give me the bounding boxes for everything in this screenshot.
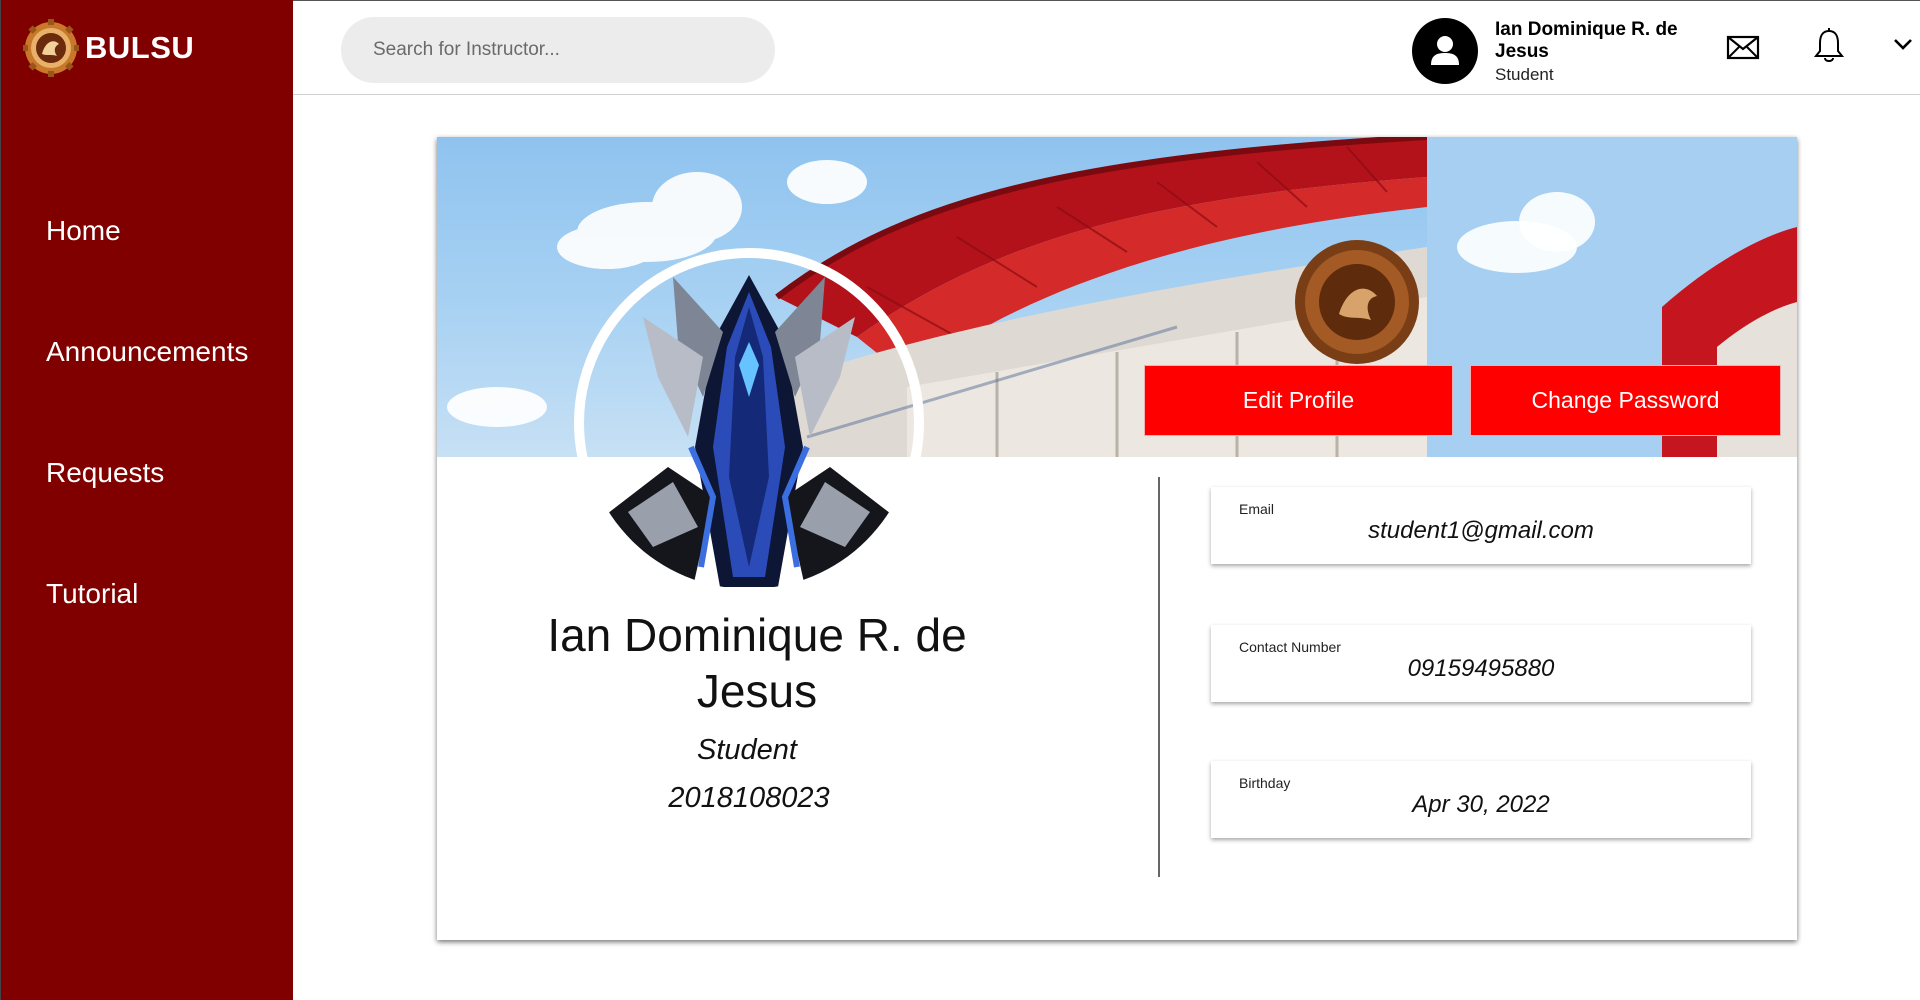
edit-profile-button[interactable]: Edit Profile — [1144, 365, 1453, 436]
birthday-value: Apr 30, 2022 — [1412, 791, 1550, 818]
user-role: Student — [1495, 65, 1554, 84]
sidebar: BULSU Home Announcements Requests Tutori… — [0, 0, 293, 1000]
user-name: Ian Dominique R. de Jesus — [1495, 19, 1678, 62]
profile-name: Ian Dominique R. de Jesus — [547, 609, 967, 717]
top-bar: Ian Dominique R. de Jesus Student — [293, 0, 1920, 95]
sidebar-item-requests[interactable]: Requests — [46, 447, 248, 568]
brand[interactable]: BULSU — [22, 18, 195, 78]
sidebar-item-tutorial[interactable]: Tutorial — [46, 568, 248, 689]
user-avatar-icon[interactable] — [1412, 18, 1478, 84]
profile-avatar[interactable] — [573, 247, 925, 599]
bell-icon[interactable] — [1813, 27, 1845, 70]
contact-number-field: Contact Number 09159495880 — [1211, 625, 1751, 702]
profile-card: Edit Profile Change Password Ian Dominiq… — [437, 137, 1797, 940]
university-seal-icon — [22, 18, 80, 78]
mail-icon[interactable] — [1726, 28, 1760, 71]
profile-role: Student — [697, 734, 797, 766]
contact-number-value: 09159495880 — [1407, 655, 1555, 682]
email-field: Email student1@gmail.com — [1211, 487, 1751, 564]
user-info[interactable]: Ian Dominique R. de Jesus Student — [1495, 19, 1695, 87]
divider — [1158, 477, 1160, 877]
chevron-down-icon[interactable] — [1893, 37, 1913, 56]
sidebar-item-home[interactable]: Home — [46, 205, 248, 326]
change-password-button[interactable]: Change Password — [1470, 365, 1781, 436]
brand-name: BULSU — [85, 30, 195, 65]
birthday-field: Birthday Apr 30, 2022 — [1211, 761, 1751, 838]
email-value: student1@gmail.com — [1368, 517, 1594, 544]
birthday-label: Birthday — [1239, 775, 1291, 791]
search-input[interactable] — [341, 17, 775, 83]
sidebar-nav: Home Announcements Requests Tutorial — [46, 205, 248, 689]
student-id: 2018108023 — [668, 782, 830, 814]
email-label: Email — [1239, 501, 1275, 517]
contact-number-label: Contact Number — [1239, 639, 1341, 655]
sidebar-item-announcements[interactable]: Announcements — [46, 326, 248, 447]
